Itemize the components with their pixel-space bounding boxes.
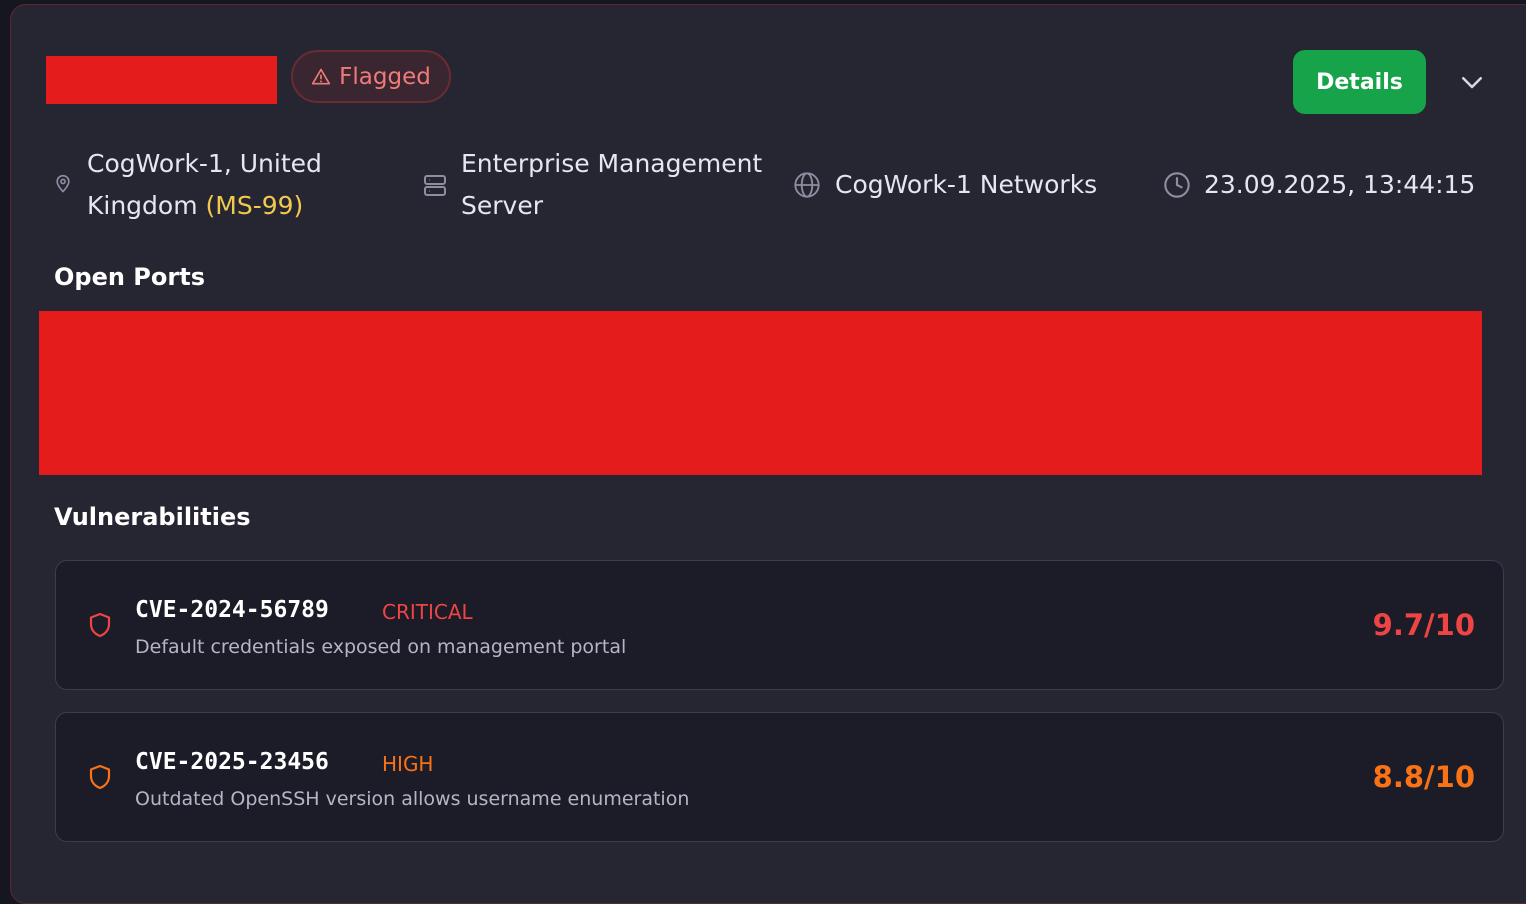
flagged-badge-label: Flagged xyxy=(339,63,431,90)
server-line2: Server xyxy=(461,191,543,220)
severity-label: CRITICAL xyxy=(382,600,473,624)
redacted-open-ports xyxy=(39,311,1482,475)
map-pin-icon xyxy=(53,174,73,198)
location: CogWork-1, United Kingdom (MS-99) xyxy=(87,143,322,227)
timestamp: 23.09.2025, 13:44:15 xyxy=(1204,170,1476,199)
shield-icon xyxy=(88,763,112,795)
location-line1: CogWork-1, United xyxy=(87,149,322,178)
chevron-down-icon xyxy=(1462,77,1482,89)
vulnerability-row[interactable]: CVE-2025-23456 HIGH Outdated OpenSSH ver… xyxy=(55,712,1504,842)
location-line2: Kingdom xyxy=(87,191,198,220)
host-card: Flagged Details CogWork-1, United Kingdo… xyxy=(10,4,1526,904)
vulnerability-description: Outdated OpenSSH version allows username… xyxy=(135,788,690,810)
cvss-score: 8.8/10 xyxy=(1372,760,1475,794)
server-icon xyxy=(423,173,447,203)
location-line2-wrap: Kingdom (MS-99) xyxy=(87,185,322,227)
shield-icon xyxy=(88,611,112,643)
details-button[interactable]: Details xyxy=(1293,50,1426,114)
clock-icon xyxy=(1163,171,1191,203)
flagged-badge: Flagged xyxy=(291,50,451,103)
location-code: (MS-99) xyxy=(205,191,304,220)
cve-id: CVE-2025-23456 xyxy=(135,749,329,775)
cvss-score: 9.7/10 xyxy=(1372,608,1475,642)
vulnerability-row[interactable]: CVE-2024-56789 CRITICAL Default credenti… xyxy=(55,560,1504,690)
severity-label: HIGH xyxy=(382,752,434,776)
vulnerabilities-title: Vulnerabilities xyxy=(54,503,251,531)
cve-id: CVE-2024-56789 xyxy=(135,597,329,623)
globe-icon xyxy=(793,171,821,203)
open-ports-title: Open Ports xyxy=(54,263,205,291)
server-type: Enterprise Management Server xyxy=(461,143,762,227)
alert-triangle-icon xyxy=(311,67,331,87)
vulnerability-description: Default credentials exposed on managemen… xyxy=(135,636,627,658)
expand-toggle[interactable] xyxy=(1457,67,1487,97)
redacted-hostname xyxy=(46,56,277,104)
server-line1: Enterprise Management xyxy=(461,149,763,178)
network: CogWork-1 Networks xyxy=(835,170,1098,199)
